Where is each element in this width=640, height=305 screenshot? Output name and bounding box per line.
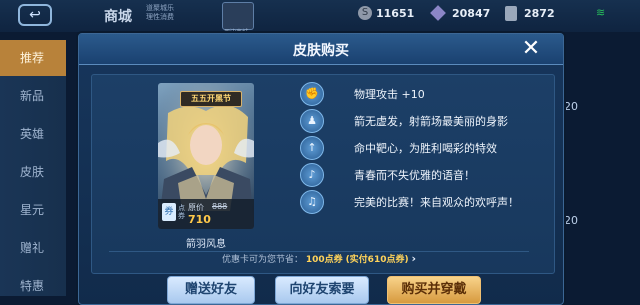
shop-title: 商城 [104,9,132,25]
sidebar-item-heroes[interactable]: 英雄 [0,116,66,152]
feature-row: ↑ 命中靶心，为胜利喝彩的特效 [288,136,548,160]
ticket-balance: 2872 [524,7,555,20]
close-button[interactable]: ✕ [519,37,543,61]
shop-subtitle-line: 道聚城乐 [146,4,174,12]
background-count: 20 [564,100,578,113]
top-bar: ↩ 商城 道聚城乐 理性消费 周边商城 S 11651 20847 2872 ≋ [0,0,640,36]
voice-icon: ♪ [300,163,324,187]
shop-subtitle: 道聚城乐 理性消费 [146,4,194,22]
shop-subtitle-line: 理性消费 [146,13,174,21]
feature-row: ♪ 青春而不失优雅的语音！ [288,163,548,187]
dialog-title: 皮肤购买 [293,43,349,59]
feature-row: ✊ 物理攻击 +10 [288,82,548,106]
feature-text: 完美的比赛！来自观众的欢呼声！ [354,196,519,209]
gift-to-friend-button[interactable]: 赠送好友 [167,276,255,304]
discount-amount: 100点券 [305,255,343,265]
feature-row: ♫ 完美的比赛！来自观众的欢呼声！ [288,190,548,214]
feature-text: 箭无虚发，射箭场最美丽的身影 [354,115,508,128]
sidebar-item-skins[interactable]: 皮肤 [0,154,66,190]
skin-card[interactable]: 五五开黑节 券 点券 原价 888 710 [158,83,254,229]
arrow-target-icon: ↑ [300,136,324,160]
request-from-friend-button[interactable]: 向好友索要 [275,276,369,304]
coin-icon: S [358,6,372,20]
sidebar-item-gifts[interactable]: 赠礼 [0,230,66,266]
dialog-header: 皮肤购买 ✕ [79,34,563,65]
original-price-label: 原价 [188,203,204,212]
feature-text: 命中靶心，为胜利喝彩的特效 [354,142,497,155]
sidebar-item-new[interactable]: 新品 [0,78,66,114]
skin-detail-panel: 五五开黑节 券 点券 原价 888 710 箭羽风息 ✊ 物理攻击 +10 ♟ … [91,74,555,274]
background-count: 20 [564,214,578,227]
diamond-balance: 20847 [452,7,491,20]
event-banner: 五五开黑节 [180,91,242,107]
merch-store-icon[interactable] [222,2,254,30]
feature-text: 青春而不失优雅的语音！ [354,169,475,182]
sidebar-item-recommend[interactable]: 推荐 [0,40,66,76]
fist-icon: ✊ [300,82,324,106]
skin-name: 箭羽风息 [186,239,226,250]
discount-note[interactable]: 优惠卡可为您节省： 100点券 (实付610点券) › [222,252,416,265]
sidebar-item-xingyuan[interactable]: 星元 [0,192,66,228]
chevron-right-icon[interactable]: › [411,252,416,265]
feature-text: 物理攻击 +10 [354,88,425,101]
original-price: 888 [212,202,228,211]
sale-price: 710 [188,213,211,226]
cheer-icon: ♫ [300,190,324,214]
coin-balance: 11651 [376,7,415,20]
wifi-icon: ≋ [596,6,606,19]
discount-prefix: 优惠卡可为您节省： [222,255,304,265]
ticket-icon [505,6,517,21]
sidebar-item-deals[interactable]: 特惠 [0,268,66,304]
hero-icon: ♟ [300,109,324,133]
back-button[interactable]: ↩ [18,4,52,26]
discount-actual-price: (实付610点券) [345,255,409,265]
skin-purchase-dialog: 皮肤购买 ✕ 五五开黑节 券 点券 原价 888 710 箭羽风息 ✊ 物理攻击… [78,33,564,305]
feature-row: ♟ 箭无虚发，射箭场最美丽的身影 [288,109,548,133]
coupon-icon: 券 [162,203,176,221]
points-label: 点券 [178,204,185,220]
diamond-icon [430,5,446,21]
category-sidebar: 推荐 新品 英雄 皮肤 星元 赠礼 特惠 [0,40,66,296]
price-bar: 券 点券 原价 888 710 [158,199,254,229]
buy-and-equip-button[interactable]: 购买并穿戴 [387,276,481,304]
